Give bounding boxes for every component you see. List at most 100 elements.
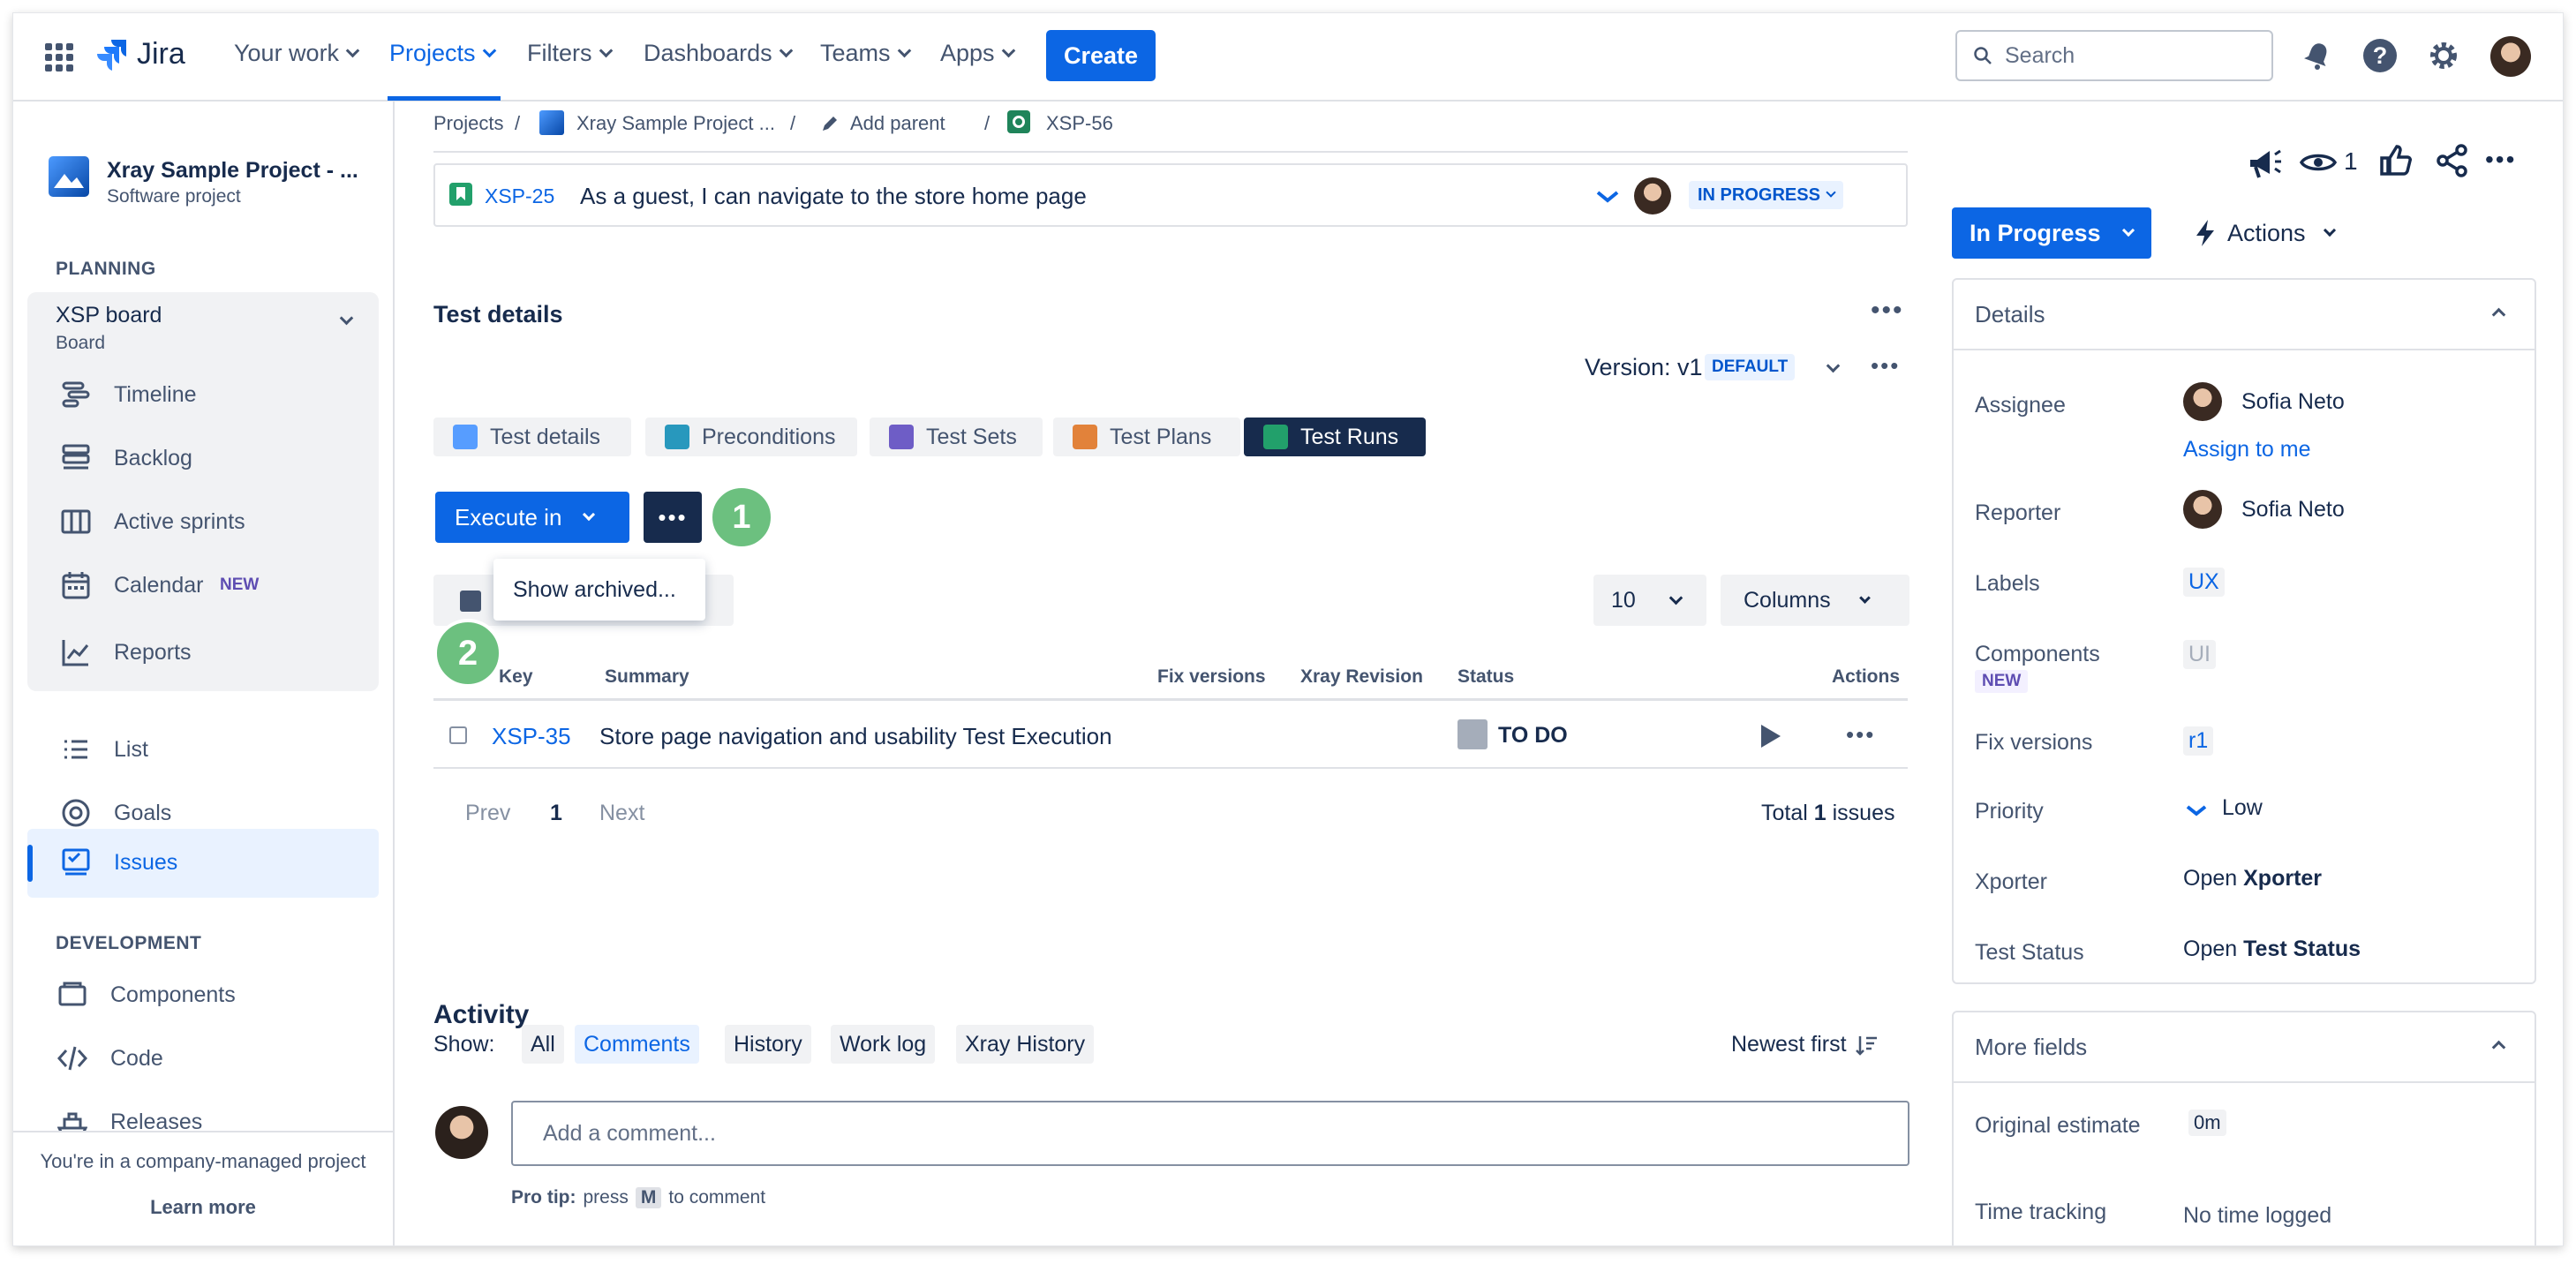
comment-input[interactable]: Add a comment... xyxy=(511,1101,1909,1166)
activity-tab-xray-history[interactable]: Xray History xyxy=(956,1025,1095,1064)
breadcrumb-projects[interactable]: Projects xyxy=(433,112,503,135)
actions-dropdown[interactable]: Actions xyxy=(2194,218,2336,248)
settings-gear-icon[interactable] xyxy=(2427,39,2460,72)
sidebar-item-components[interactable]: Components xyxy=(13,965,379,1025)
project-name[interactable]: Xray Sample Project - ... xyxy=(107,158,358,184)
header-status[interactable]: Status xyxy=(1457,666,1514,688)
chevron-up-icon xyxy=(2491,307,2506,322)
sidebar-item-backlog[interactable]: Backlog xyxy=(13,428,379,488)
tab-test-sets[interactable]: Test Sets xyxy=(870,418,1043,456)
nav-apps[interactable]: Apps xyxy=(940,40,1015,67)
activity-tab-comments[interactable]: Comments xyxy=(575,1025,699,1064)
breadcrumb-issue-key[interactable]: XSP-56 xyxy=(1046,112,1113,135)
create-button[interactable]: Create xyxy=(1046,30,1156,81)
sidebar-item-timeline[interactable]: Timeline xyxy=(13,365,379,425)
nav-your-work[interactable]: Your work xyxy=(234,40,360,67)
columns-select[interactable]: Columns xyxy=(1721,575,1909,626)
sidebar-item-reports[interactable]: Reports xyxy=(13,622,379,682)
issue-more-icon[interactable]: ••• xyxy=(2485,146,2516,174)
share-icon[interactable] xyxy=(2436,144,2469,177)
pagination-prev[interactable]: Prev xyxy=(465,801,510,826)
assign-to-me-link[interactable]: Assign to me xyxy=(2183,437,2311,463)
test-details-heading: Test details xyxy=(433,301,563,327)
execute-in-button[interactable]: Execute in xyxy=(435,492,629,543)
show-archived-menu-item[interactable]: Show archived... xyxy=(493,559,705,621)
nav-projects[interactable]: Projects xyxy=(389,40,496,67)
user-avatar[interactable] xyxy=(2490,36,2531,77)
activity-tab-history[interactable]: History xyxy=(725,1025,811,1064)
select-all-checkbox[interactable] xyxy=(460,591,481,612)
time-tracking-value[interactable]: No time logged xyxy=(2183,1203,2331,1229)
search-input[interactable]: Search xyxy=(1955,30,2273,81)
priority-value[interactable]: Low xyxy=(2222,795,2263,821)
tab-preconditions[interactable]: Preconditions xyxy=(645,418,857,456)
tab-test-plans[interactable]: Test Plans xyxy=(1053,418,1240,456)
more-options-icon[interactable]: ••• xyxy=(1871,296,1904,326)
jira-logo-icon xyxy=(97,40,126,71)
version-chevron-icon[interactable] xyxy=(1826,358,1841,375)
time-tracking-label: Time tracking xyxy=(1975,1200,2107,1224)
row-summary[interactable]: Store page navigation and usability Test… xyxy=(599,723,1112,750)
feedback-megaphone-icon[interactable] xyxy=(2247,146,2284,181)
default-badge: DEFAULT xyxy=(1705,354,1796,380)
details-header[interactable]: Details xyxy=(1952,278,2536,350)
company-managed-text: You're in a company-managed project xyxy=(40,1150,366,1172)
components-value[interactable]: UI xyxy=(2183,640,2216,669)
run-play-icon[interactable] xyxy=(1758,723,1782,749)
row-key-link[interactable]: XSP-35 xyxy=(492,723,571,750)
header-summary[interactable]: Summary xyxy=(605,666,689,688)
header-fix-versions[interactable]: Fix versions xyxy=(1157,666,1266,688)
more-actions-button[interactable]: ••• xyxy=(644,492,702,543)
notifications-icon[interactable] xyxy=(2301,40,2333,71)
row-more-icon[interactable]: ••• xyxy=(1846,721,1875,749)
sidebar-item-active-sprints[interactable]: Active sprints xyxy=(13,492,379,552)
app-switcher-icon[interactable] xyxy=(45,43,73,71)
header-xray-revision[interactable]: Xray Revision xyxy=(1300,666,1423,688)
add-parent-link[interactable]: Add parent xyxy=(850,112,945,135)
linked-issue-summary[interactable]: As a guest, I can navigate to the store … xyxy=(580,183,1087,210)
breadcrumb-project[interactable]: Xray Sample Project ... xyxy=(576,112,775,135)
more-fields-header[interactable]: More fields xyxy=(1952,1011,2536,1083)
nav-dashboards[interactable]: Dashboards xyxy=(644,40,793,67)
watch-eye-icon[interactable] xyxy=(2300,149,2337,176)
xporter-value[interactable]: Open Xporter xyxy=(2183,866,2322,892)
sort-newest-first[interactable]: Newest first xyxy=(1731,1032,1879,1057)
components-new-badge: NEW xyxy=(1975,670,2029,693)
activity-tab-work-log[interactable]: Work log xyxy=(831,1025,936,1064)
sidebar-item-list[interactable]: List xyxy=(13,719,379,779)
like-thumbs-up-icon[interactable] xyxy=(2379,144,2413,177)
assignee-value[interactable]: Sofia Neto xyxy=(2241,389,2345,415)
original-estimate-value[interactable]: 0m xyxy=(2188,1110,2226,1136)
page-size-select[interactable]: 10 xyxy=(1593,575,1706,626)
pagination-next[interactable]: Next xyxy=(599,801,644,826)
jira-logo[interactable]: Jira xyxy=(94,36,185,71)
pagination-page[interactable]: 1 xyxy=(550,801,562,826)
board-chevron-icon[interactable] xyxy=(339,311,354,327)
tab-test-details[interactable]: Test details xyxy=(433,418,631,456)
backlog-icon xyxy=(59,441,93,475)
nav-filters[interactable]: Filters xyxy=(527,40,613,67)
test-status-value[interactable]: Open Test Status xyxy=(2183,937,2361,962)
pencil-icon xyxy=(823,117,837,131)
sidebar-item-label: Code xyxy=(110,1045,163,1071)
sidebar-item-code[interactable]: Code xyxy=(13,1028,379,1088)
fix-versions-value[interactable]: r1 xyxy=(2183,726,2214,756)
sidebar-item-calendar[interactable]: Calendar NEW xyxy=(13,555,379,615)
linked-issue-status[interactable]: IN PROGRESS xyxy=(1689,181,1843,209)
tab-test-runs[interactable]: Test Runs xyxy=(1244,418,1426,456)
linked-issue-card[interactable]: XSP-25 As a guest, I can navigate to the… xyxy=(433,163,1908,227)
version-more-icon[interactable]: ••• xyxy=(1871,352,1900,380)
row-checkbox[interactable] xyxy=(449,726,467,744)
labels-value[interactable]: UX xyxy=(2183,568,2225,597)
tab-label: Test Runs xyxy=(1300,424,1399,449)
activity-tab-all[interactable]: All xyxy=(522,1025,564,1064)
board-name[interactable]: XSP board xyxy=(56,303,162,328)
reporter-value[interactable]: Sofia Neto xyxy=(2241,497,2345,523)
status-transition-button[interactable]: In Progress xyxy=(1952,207,2151,259)
learn-more-link[interactable]: Learn more xyxy=(13,1196,393,1219)
header-key[interactable]: Key xyxy=(499,666,533,688)
sidebar-item-issues[interactable]: Issues xyxy=(13,832,379,892)
help-icon[interactable]: ? xyxy=(2363,39,2397,72)
nav-teams[interactable]: Teams xyxy=(820,40,911,67)
linked-issue-key[interactable]: XSP-25 xyxy=(485,184,554,208)
